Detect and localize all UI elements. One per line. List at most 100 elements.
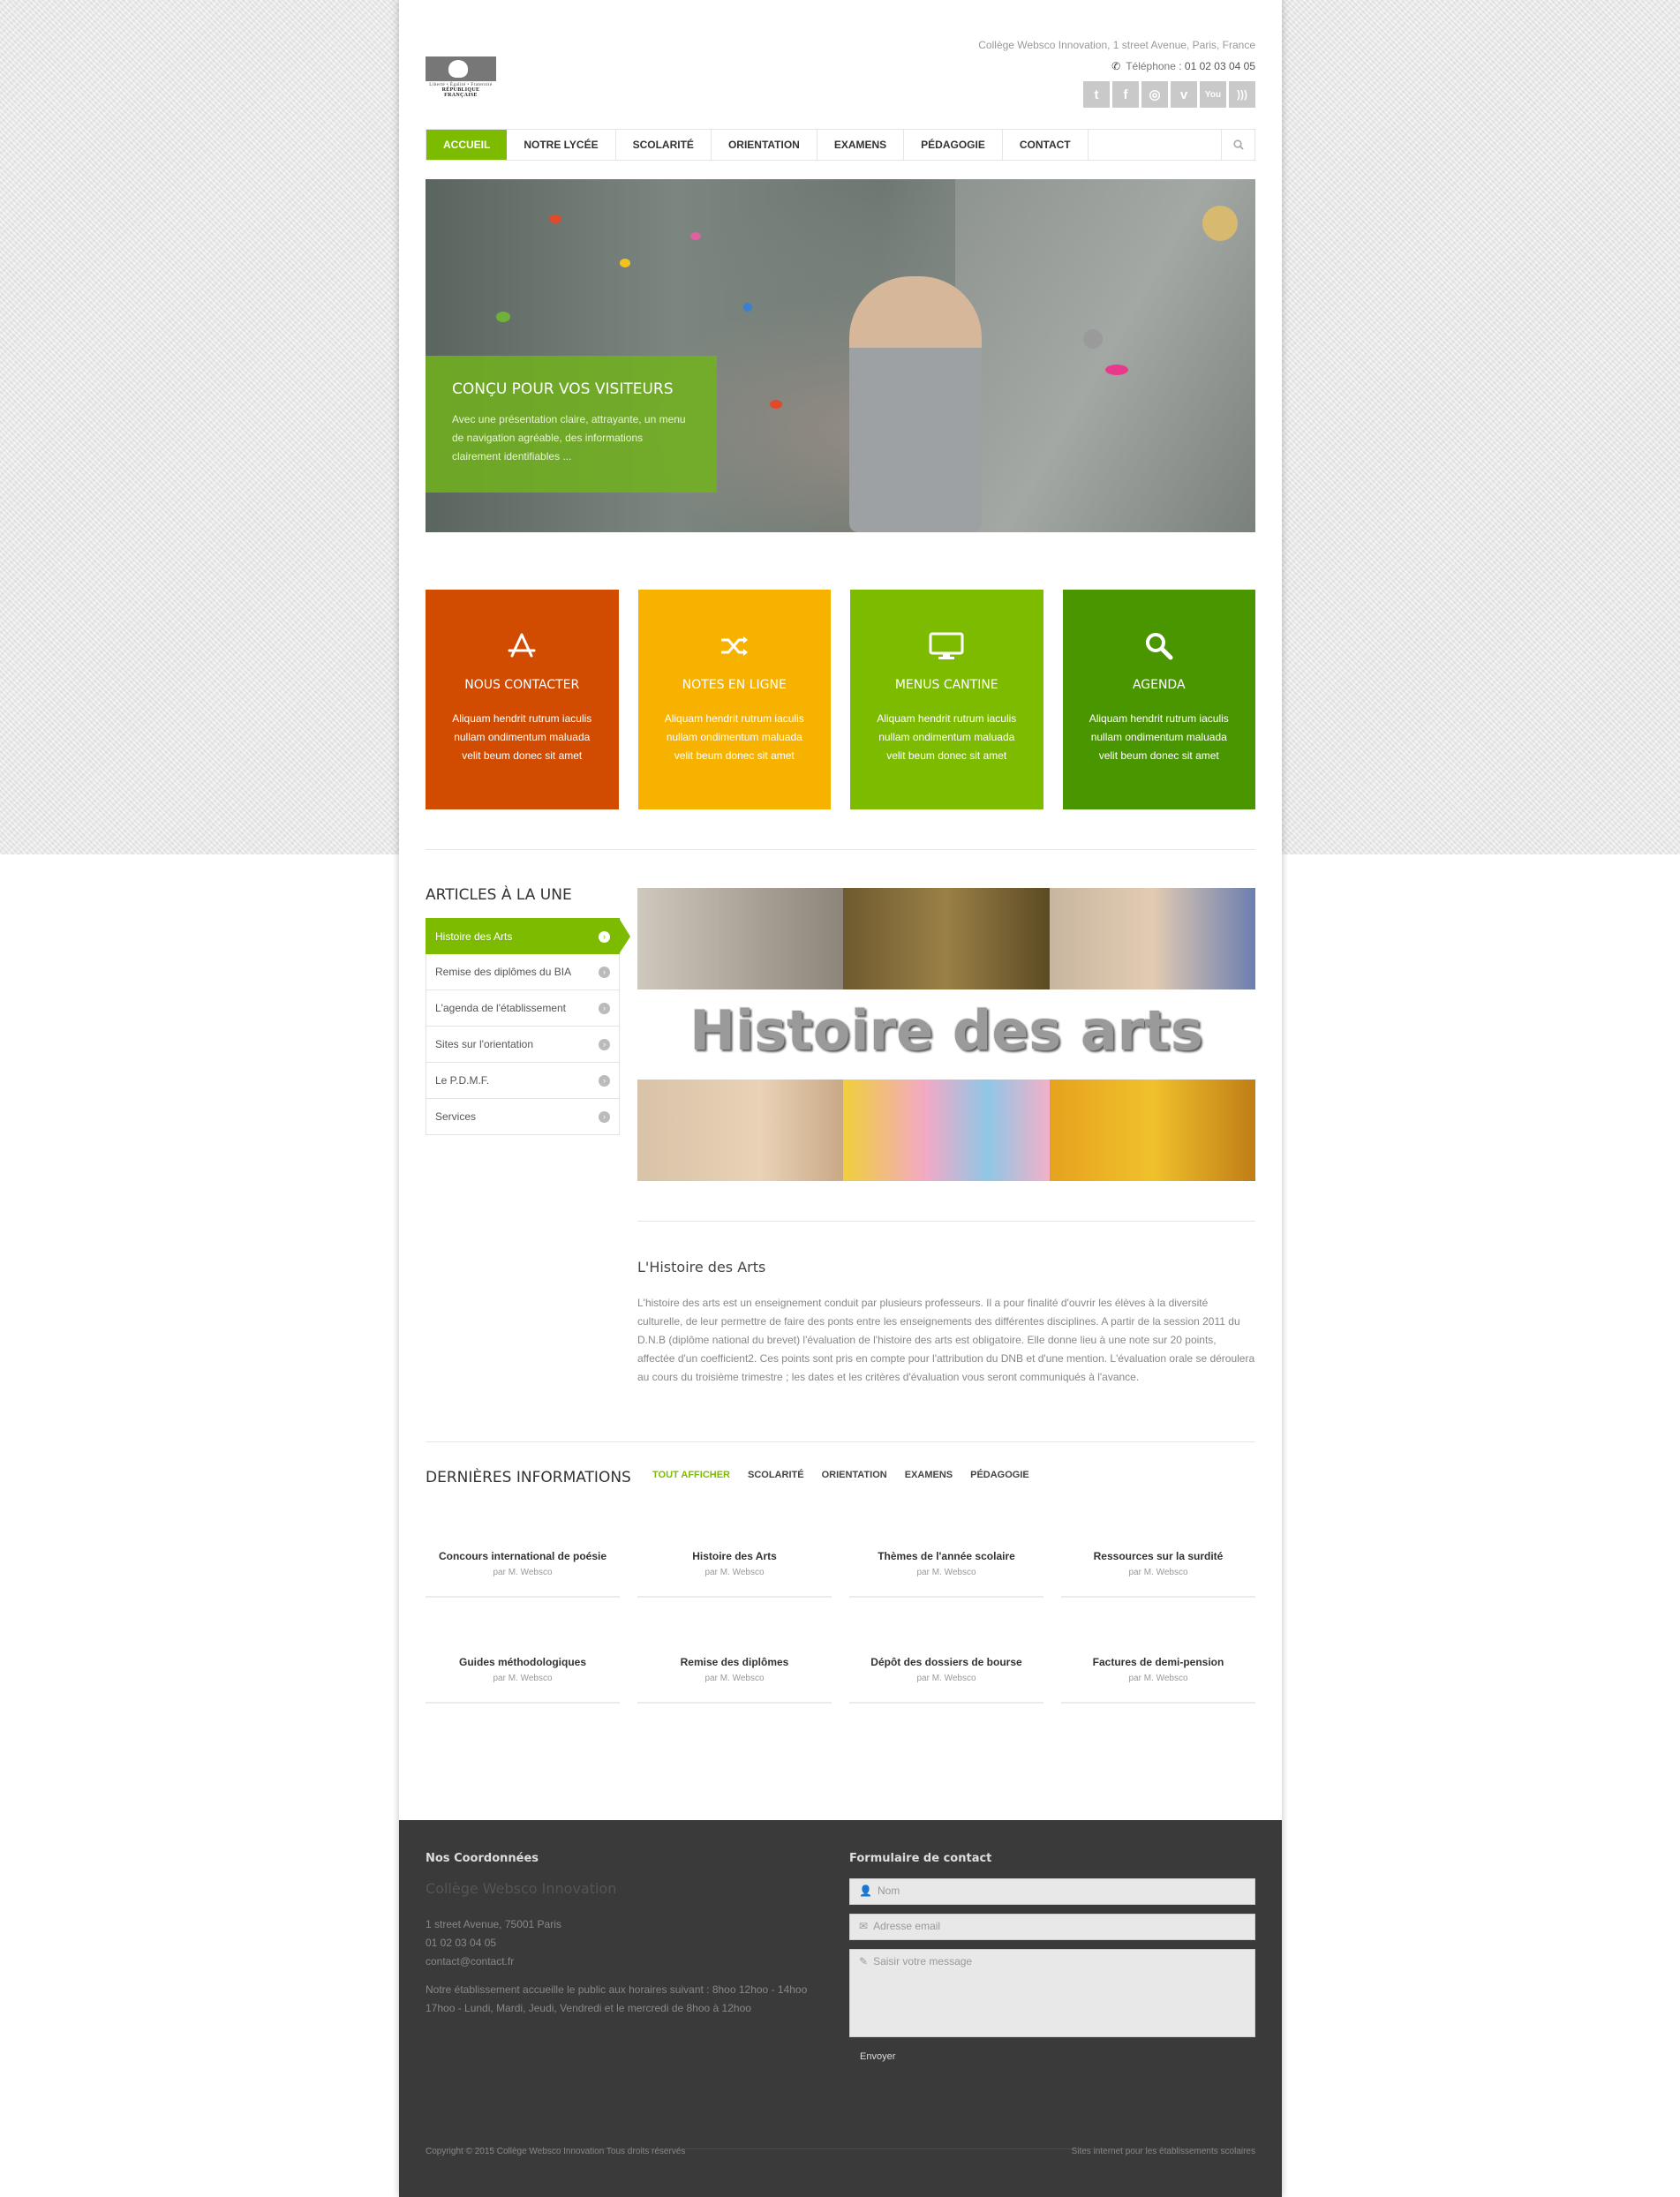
card-title: Factures de demi-pension <box>1092 1656 1224 1668</box>
news-card[interactable]: Dépôt des dossiers de bourse par M. Websc… <box>849 1649 1043 1704</box>
hero-text: Avec une présentation claire, attrayante… <box>452 413 686 463</box>
vimeo-icon[interactable]: v <box>1171 81 1197 108</box>
email-field[interactable]: ✉ Adresse email <box>849 1914 1255 1940</box>
filter-tout-afficher[interactable]: TOUT AFFICHER <box>652 1470 730 1480</box>
message-placeholder: Saisir votre message <box>873 1955 973 1968</box>
box-menus-cantine[interactable]: MENUS CANTINE Aliquam hendrit rutrum iac… <box>850 590 1043 809</box>
article-text: L'histoire des arts est un enseignement … <box>637 1297 1255 1383</box>
box-title: NOTES EN LIGNE <box>682 678 787 692</box>
news-card[interactable]: Factures de demi-pension par M. Websco <box>1061 1649 1255 1704</box>
footer-coords-title: Nos Coordonnées <box>426 1852 539 1865</box>
tab-histoire-des-arts[interactable]: Histoire des Arts › <box>426 918 630 954</box>
tab-agenda-etablissement[interactable]: L'agenda de l'établissement › <box>426 990 620 1027</box>
nav-item-pedagogie[interactable]: PÉDAGOGIE <box>904 130 1003 160</box>
social-links: t f ◎ v You ))) <box>1083 81 1255 108</box>
message-field[interactable]: ✎ Saisir votre message <box>849 1949 1255 2037</box>
footer-form-title: Formulaire de contact <box>849 1852 992 1865</box>
tab-label: L'agenda de l'établissement <box>435 1002 567 1014</box>
card-title: Concours international de poésie <box>438 1550 607 1562</box>
card-author: par M. Websco <box>493 1674 553 1683</box>
card-title: Dépôt des dossiers de bourse <box>870 1656 1022 1668</box>
climber-image <box>849 276 982 532</box>
card-title: Ressources sur la surdité <box>1093 1550 1224 1562</box>
tab-remise-diplomes-bia[interactable]: Remise des diplômes du BIA › <box>426 954 620 990</box>
nav-item-orientation[interactable]: ORIENTATION <box>712 130 817 160</box>
footer-phone: 01 02 03 04 05 <box>426 1937 497 1949</box>
nav-item-accueil[interactable]: ACCUEIL <box>426 130 508 160</box>
box-notes-en-ligne[interactable]: NOTES EN LIGNE Aliquam hendrit rutrum ia… <box>637 590 832 809</box>
box-nous-contacter[interactable]: NOUS CONTACTER Aliquam hendrit rutrum ia… <box>426 590 619 809</box>
footer-email[interactable]: contact@contact.fr <box>426 1952 514 1971</box>
card-author: par M. Websco <box>704 1568 765 1577</box>
box-text: Aliquam hendrit rutrum iaculis nullam on… <box>877 712 1017 762</box>
copyright: Copyright © 2015 Collège Websco Innovati… <box>426 2147 686 2156</box>
nav-item-examens[interactable]: EXAMENS <box>817 130 905 160</box>
card-title: Guides méthodologiques <box>458 1656 586 1668</box>
hero-slider[interactable]: CONÇU POUR VOS VISITEURS Avec une présen… <box>426 179 1255 532</box>
hero-caption: CONÇU POUR VOS VISITEURS Avec une présen… <box>426 356 717 493</box>
tab-label: Services <box>435 1110 477 1123</box>
dribbble-icon[interactable]: ◎ <box>1141 81 1168 108</box>
latest-cards: Concours international de poésie par M. W… <box>426 1543 1255 1704</box>
republique-logo[interactable]: Liberté • Égalité • Fraternité RÉPUBLIQU… <box>426 56 496 99</box>
news-card[interactable]: Ressources sur la surdité par M. Websco <box>1061 1543 1255 1598</box>
twitter-icon[interactable]: t <box>1083 81 1110 108</box>
envelope-icon: ✉ <box>859 1920 869 1932</box>
art-eyes-strip-bottom <box>637 1080 1255 1181</box>
nav-item-scolarite[interactable]: SCOLARITÉ <box>616 130 712 160</box>
name-field[interactable]: 👤 Nom <box>849 1878 1255 1905</box>
marianne-logo-icon <box>426 56 496 81</box>
box-title: NOUS CONTACTER <box>464 678 580 692</box>
arrow-right-icon: › <box>599 1039 610 1050</box>
user-icon: 👤 <box>859 1885 872 1897</box>
news-card[interactable]: Guides méthodologiques par M. Websco <box>426 1649 620 1704</box>
search-icon <box>1063 628 1256 664</box>
email-placeholder: Adresse email <box>873 1920 941 1932</box>
nav-item-contact[interactable]: CONTACT <box>1003 130 1089 160</box>
monitor-icon <box>850 628 1043 664</box>
filter-orientation[interactable]: ORIENTATION <box>822 1470 887 1480</box>
phone-number: 01 02 03 04 05 <box>1184 60 1255 72</box>
phone-label: Téléphone : <box>1126 60 1182 72</box>
youtube-icon[interactable]: You <box>1200 81 1226 108</box>
articles-title: ARTICLES À LA UNE <box>426 886 572 904</box>
news-card[interactable]: Remise des diplômes par M. Websco <box>637 1649 832 1704</box>
card-title: Thèmes de l'année scolaire <box>878 1550 1015 1562</box>
header-address: Collège Websco Innovation, 1 street Aven… <box>978 39 1255 51</box>
main-nav: ACCUEIL NOTRE LYCÉE SCOLARITÉ ORIENTATIO… <box>426 129 1255 161</box>
tab-services[interactable]: Services › <box>426 1099 620 1135</box>
articles-tabs: Histoire des Arts › Remise des diplômes d… <box>426 918 630 1135</box>
histoire-des-arts-banner: Histoire des arts <box>637 888 1255 1181</box>
card-author: par M. Websco <box>704 1674 765 1683</box>
box-agenda[interactable]: AGENDA Aliquam hendrit rutrum iaculis nu… <box>1062 590 1256 809</box>
news-card[interactable]: Concours international de poésie par M. W… <box>426 1543 620 1598</box>
news-card[interactable]: Histoire des Arts par M. Websco <box>637 1543 832 1598</box>
footer: Nos Coordonnées Collège Websco Innovatio… <box>399 1820 1282 2197</box>
feature-boxes: NOUS CONTACTER Aliquam hendrit rutrum ia… <box>426 590 1255 809</box>
card-title: Histoire des Arts <box>692 1550 777 1562</box>
news-card[interactable]: Thèmes de l'année scolaire par M. Websco <box>849 1543 1043 1598</box>
tab-pdmf[interactable]: Le P.D.M.F. › <box>426 1063 620 1099</box>
tab-sites-orientation[interactable]: Sites sur l'orientation › <box>426 1027 620 1063</box>
footer-address: 1 street Avenue, 75001 Paris <box>426 1918 561 1930</box>
shuffle-icon <box>638 628 832 664</box>
nav-item-notre-lycee[interactable]: NOTRE LYCÉE <box>507 130 616 160</box>
card-title: Remise des diplômes <box>680 1656 789 1668</box>
arrow-right-icon: › <box>599 1111 610 1123</box>
filter-examens[interactable]: EXAMENS <box>905 1470 953 1480</box>
page-container: Liberté • Égalité • Fraternité RÉPUBLIQU… <box>399 0 1282 2197</box>
box-title: MENUS CANTINE <box>894 678 998 692</box>
rss-icon[interactable]: ))) <box>1229 81 1255 108</box>
tab-label: Sites sur l'orientation <box>435 1038 534 1050</box>
card-author: par M. Websco <box>493 1568 553 1577</box>
send-button[interactable]: Envoyer <box>860 2051 895 2062</box>
filter-scolarite[interactable]: SCOLARITÉ <box>748 1470 804 1480</box>
arrow-right-icon: › <box>599 967 610 978</box>
search-icon[interactable] <box>1221 130 1254 160</box>
facebook-icon[interactable]: f <box>1112 81 1139 108</box>
tab-label: Remise des diplômes du BIA <box>435 966 572 978</box>
header-phone: ✆ Téléphone : 01 02 03 04 05 <box>1111 60 1255 72</box>
footer-sites-link[interactable]: Sites internet pour les établissements s… <box>1072 2147 1255 2156</box>
filter-pedagogie[interactable]: PÉDAGOGIE <box>970 1470 1029 1480</box>
name-placeholder: Nom <box>877 1885 900 1897</box>
